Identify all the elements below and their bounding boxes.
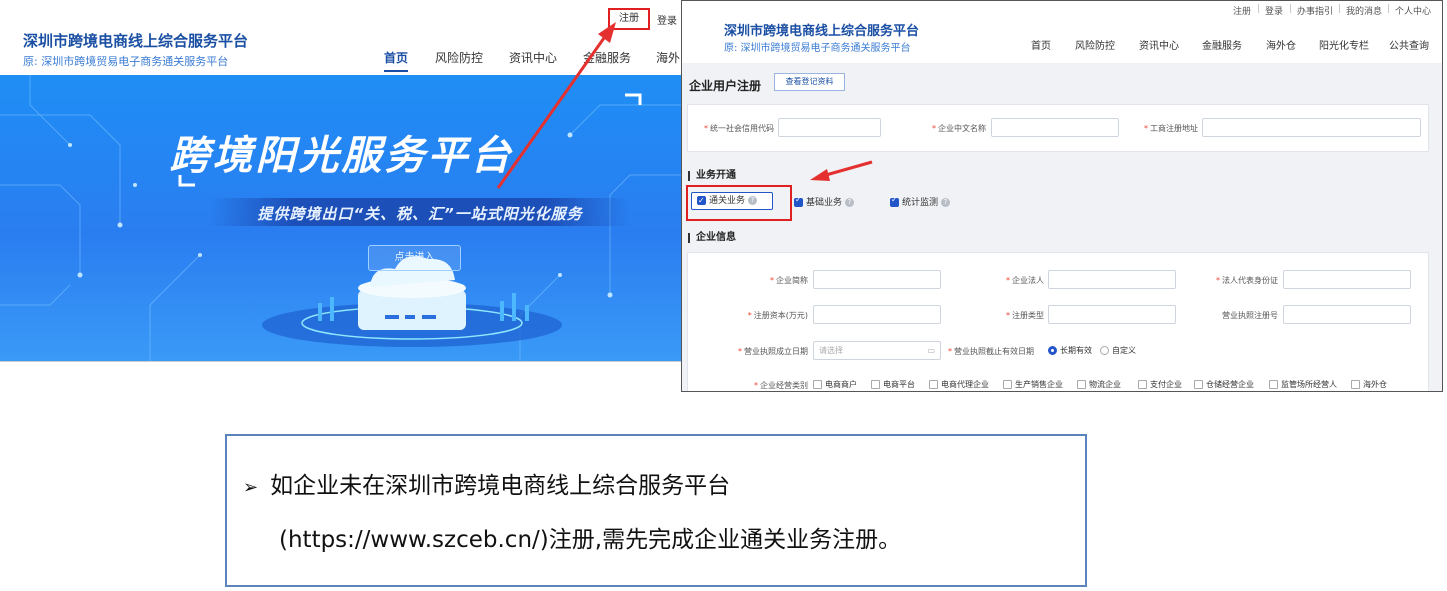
calendar-icon: ▭: [927, 346, 935, 355]
category-checkbox[interactable]: 物流企业: [1077, 379, 1121, 390]
basic-business-checkbox[interactable]: 基础业务?: [794, 195, 855, 208]
customs-business-checkbox[interactable]: 通关业务?: [691, 192, 773, 210]
checkbox-icon: [929, 380, 938, 389]
arrow-bullet-icon: ➢: [243, 477, 259, 498]
checkbox-icon: [1351, 380, 1360, 389]
note-line-1: ➢ 如企业未在深圳市跨境电商线上综合服务平台: [243, 473, 731, 499]
field-label: * 工商注册地址: [1144, 124, 1198, 133]
radio-selected-icon: [1048, 346, 1057, 355]
field-label: * 企业法人: [1006, 276, 1044, 285]
checkbox-checked-icon: [697, 193, 706, 209]
registered-capital-input[interactable]: [813, 305, 941, 324]
checkbox-icon: [1194, 380, 1203, 389]
category-checkbox[interactable]: 监管场所经营人: [1269, 379, 1337, 390]
nav-overseas-warehouse[interactable]: 海外仓: [1266, 37, 1296, 52]
note-line-2: (https://www.szceb.cn/)注册,需先完成企业通关业务注册。: [279, 527, 902, 553]
homepage-screenshot: 深圳市跨境电商线上综合服务平台 原: 深圳市跨境贸易电子商务通关服务平台 注册 …: [0, 0, 683, 362]
registration-header: 注册 | 登录 | 办事指引 | 我的消息 | 个人中心 深圳市跨境电商线上综合…: [682, 1, 1442, 63]
util-divider: |: [1387, 4, 1391, 14]
util-guide-link[interactable]: 办事指引: [1297, 4, 1333, 17]
nav-sunshine-column[interactable]: 阳光化专栏: [1319, 37, 1369, 52]
help-icon: ?: [845, 198, 855, 207]
category-checkbox[interactable]: 支付企业: [1138, 379, 1182, 390]
category-checkbox[interactable]: 生产销售企业: [1003, 379, 1063, 390]
nav-home[interactable]: 首页: [384, 49, 409, 72]
business-section-title: 业务开通: [688, 171, 736, 181]
nav-finance[interactable]: 金融服务: [583, 49, 631, 66]
field-label: * 企业经营类别: [754, 381, 808, 390]
instruction-note: ➢ 如企业未在深圳市跨境电商线上综合服务平台 (https://www.szceb…: [225, 434, 1087, 587]
expiry-long-term-radio[interactable]: 长期有效: [1048, 345, 1092, 356]
category-checkbox[interactable]: 海外仓: [1351, 379, 1387, 390]
license-number-input[interactable]: [1283, 305, 1411, 324]
statistics-checkbox[interactable]: 统计监测?: [890, 195, 951, 208]
category-checkbox[interactable]: 电商商户: [813, 379, 857, 390]
enter-button[interactable]: 点击进入: [368, 245, 461, 271]
banner-title: 跨境阳光服务平台: [169, 133, 514, 179]
checkbox-icon: [1138, 380, 1147, 389]
radio-icon: [1100, 346, 1109, 355]
util-messages-link[interactable]: 我的消息: [1346, 4, 1382, 17]
checkbox-icon: [1003, 380, 1012, 389]
field-label: * 注册类型: [1006, 311, 1044, 320]
field-label: 营业执照注册号: [1222, 311, 1278, 320]
registered-address-input[interactable]: [1202, 118, 1421, 137]
nav-finance[interactable]: 金融服务: [1202, 37, 1242, 52]
field-label: * 统一社会信用代码: [704, 124, 774, 133]
checkbox-checked-icon: [890, 195, 899, 207]
company-name-input[interactable]: [991, 118, 1119, 137]
nav-risk-control[interactable]: 风险防控: [1075, 37, 1115, 52]
checkbox-checked-icon: [794, 195, 803, 207]
site-subtitle: 原: 深圳市跨境贸易电子商务通关服务平台: [23, 55, 229, 68]
checkbox-icon: [1269, 380, 1278, 389]
banner-subtitle: 提供跨境出口“关、税、汇”一站式阳光化服务: [257, 205, 583, 223]
homepage-header: 深圳市跨境电商线上综合服务平台 原: 深圳市跨境贸易电子商务通关服务平台 注册 …: [0, 0, 683, 75]
login-link[interactable]: 登录: [657, 12, 677, 27]
util-login-link[interactable]: 登录: [1265, 4, 1283, 17]
license-date-picker[interactable]: 请选择 ▭: [813, 341, 941, 360]
nav-news[interactable]: 资讯中心: [509, 49, 557, 66]
registration-screenshot: 注册 | 登录 | 办事指引 | 我的消息 | 个人中心 深圳市跨境电商线上综合…: [681, 0, 1443, 392]
view-registration-button[interactable]: 查看登记资料: [774, 73, 845, 91]
util-profile-link[interactable]: 个人中心: [1395, 4, 1431, 17]
hero-banner: 跨境阳光服务平台 提供跨境出口“关、税、汇”一站式阳光化服务 点击进入: [0, 75, 683, 361]
checkbox-icon: [813, 380, 822, 389]
util-register-link[interactable]: 注册: [1233, 4, 1251, 17]
short-name-input[interactable]: [813, 270, 941, 289]
field-label: * 企业中文名称: [932, 124, 986, 133]
register-link[interactable]: 注册: [608, 8, 650, 30]
nav-home[interactable]: 首页: [1031, 37, 1051, 52]
checkbox-icon: [1077, 380, 1086, 389]
site-title: 深圳市跨境电商线上综合服务平台: [724, 24, 920, 39]
legal-id-input[interactable]: [1283, 270, 1411, 289]
field-label: * 营业执照截止有效日期: [948, 347, 1034, 356]
util-divider: |: [1289, 4, 1293, 14]
nav-news[interactable]: 资讯中心: [1139, 37, 1179, 52]
nav-public-query[interactable]: 公共查询: [1389, 37, 1429, 52]
checkbox-icon: [871, 380, 880, 389]
site-title: 深圳市跨境电商线上综合服务平台: [23, 32, 249, 50]
util-divider: |: [1257, 4, 1261, 14]
category-checkbox[interactable]: 仓储经营企业: [1194, 379, 1254, 390]
help-icon: ?: [941, 198, 951, 207]
nav-risk-control[interactable]: 风险防控: [435, 49, 483, 66]
registration-type-input[interactable]: [1048, 305, 1176, 324]
field-label: * 注册资本(万元): [747, 311, 808, 320]
page-title: 企业用户注册: [689, 79, 762, 93]
field-label: * 企业简称: [770, 276, 808, 285]
util-divider: |: [1338, 4, 1342, 14]
category-checkbox[interactable]: 电商平台: [871, 379, 915, 390]
help-icon: ?: [748, 196, 758, 205]
field-label: * 法人代表身份证: [1216, 276, 1278, 285]
legal-person-input[interactable]: [1048, 270, 1176, 289]
site-subtitle: 原: 深圳市跨境贸易电子商务通关服务平台: [724, 43, 911, 54]
category-checkbox[interactable]: 电商代理企业: [929, 379, 989, 390]
nav-overseas[interactable]: 海外: [656, 49, 680, 66]
credit-code-input[interactable]: [778, 118, 881, 137]
expiry-custom-radio[interactable]: 自定义: [1100, 345, 1136, 356]
field-label: * 营业执照成立日期: [738, 347, 808, 356]
company-section-title: 企业信息: [688, 233, 736, 243]
